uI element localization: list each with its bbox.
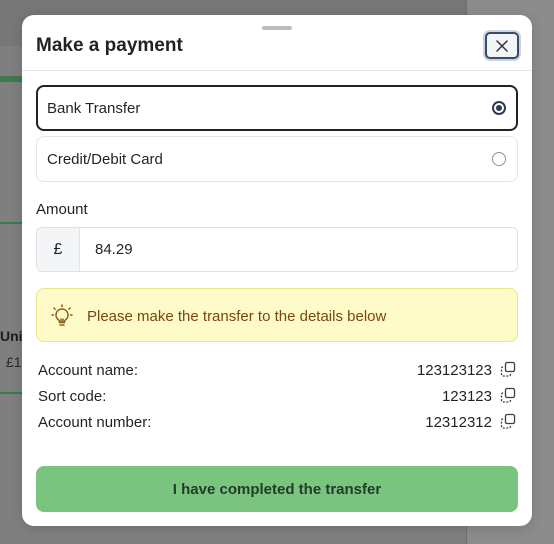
transfer-notice: Please make the transfer to the details …: [36, 288, 518, 342]
complete-transfer-button[interactable]: I have completed the transfer: [36, 466, 518, 512]
payment-option-card[interactable]: Credit/Debit Card: [36, 136, 518, 182]
amount-input[interactable]: [81, 228, 517, 271]
modal-header: Make a payment: [22, 15, 532, 71]
notice-text: Please make the transfer to the details …: [87, 308, 387, 325]
close-button[interactable]: [485, 32, 519, 59]
detail-row-sort-code: Sort code: 123123: [38, 386, 518, 406]
payment-option-label: Bank Transfer: [47, 100, 141, 117]
amount-label: Amount: [36, 201, 88, 218]
detail-value: 12312312: [425, 414, 492, 431]
radio-checked[interactable]: [492, 101, 506, 115]
background-divider: [0, 392, 22, 394]
payment-option-bank-transfer[interactable]: Bank Transfer: [36, 85, 518, 131]
detail-label: Account name:: [38, 362, 139, 379]
detail-value: 123123123: [416, 362, 492, 379]
copy-icon[interactable]: [500, 361, 516, 377]
detail-label: Sort code:: [38, 388, 107, 405]
copy-icon[interactable]: [500, 387, 516, 403]
background-divider: [0, 222, 22, 224]
close-icon: [496, 39, 508, 52]
copy-icon[interactable]: [500, 413, 516, 429]
modal-title: Make a payment: [36, 35, 183, 56]
detail-value: 123123: [441, 388, 492, 405]
radio-unchecked[interactable]: [492, 152, 506, 166]
detail-label: Account number:: [38, 414, 152, 431]
amount-field-group: £: [36, 227, 518, 272]
currency-symbol: £: [37, 228, 80, 271]
lightbulb-icon: [51, 304, 73, 326]
payment-option-label: Credit/Debit Card: [47, 151, 163, 168]
payment-modal: Make a payment Bank Transfer Credit/Debi…: [22, 15, 532, 526]
background-progress-bar: [0, 76, 22, 82]
detail-row-account-name: Account name: 123123123: [38, 360, 518, 380]
background-partial-price: £1: [6, 354, 22, 370]
detail-row-account-number: Account number: 12312312: [38, 412, 518, 432]
